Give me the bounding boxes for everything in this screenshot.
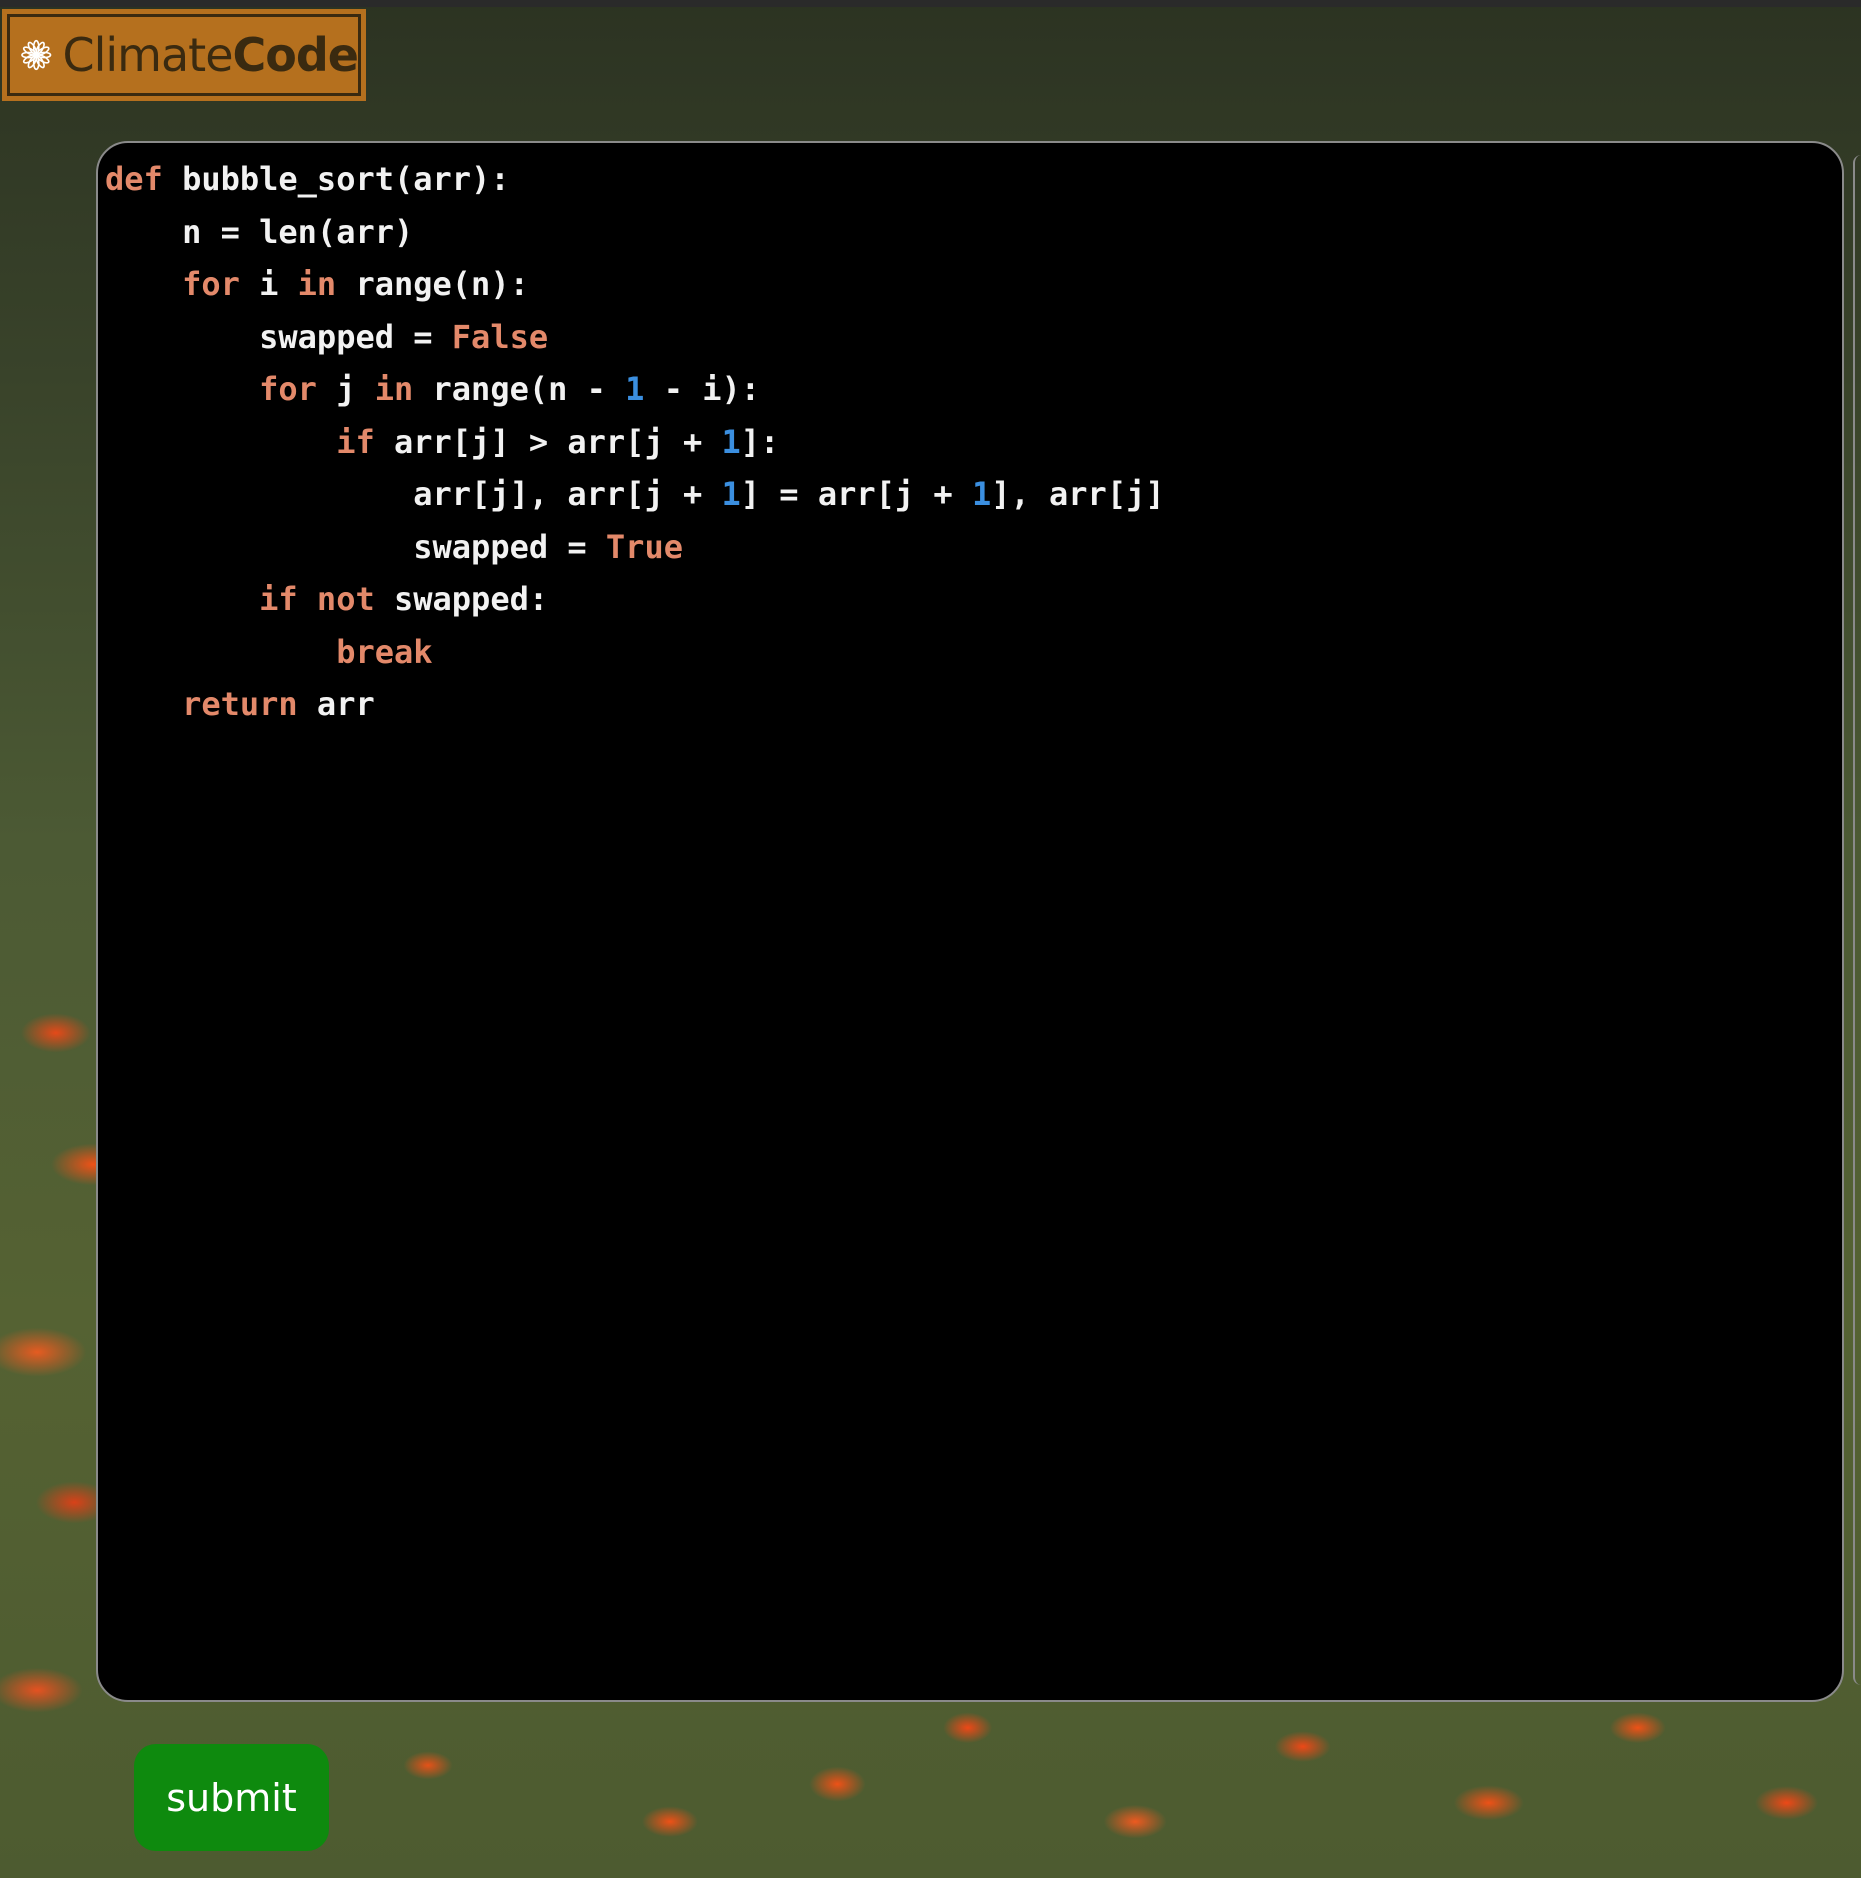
code-keyword: return <box>182 685 298 723</box>
code-keyword: not <box>316 580 375 618</box>
code-keyword: if <box>336 422 375 461</box>
code-editor[interactable]: def bubble_sort(arr): n = len(arr) for i… <box>96 141 1844 1702</box>
code-text: n = len(arr) <box>105 212 414 251</box>
code-line: swapped = True <box>105 521 1842 574</box>
code-keyword: if <box>259 580 298 618</box>
code-line: break <box>105 626 1842 679</box>
logo-wordmark: ClimateCode <box>62 28 359 82</box>
code-line: def bubble_sort(arr): <box>105 153 1842 206</box>
code-keyword: True <box>605 527 683 566</box>
code-text: arr <box>297 685 375 723</box>
code-text: ]: <box>740 422 780 461</box>
adjacent-panel-edge <box>1853 155 1861 1685</box>
code-keyword: def <box>105 160 163 198</box>
code-keyword: break <box>336 632 433 671</box>
flower-icon <box>21 39 52 71</box>
code-number: 1 <box>625 370 645 408</box>
code-text: arr[j] > arr[j + <box>374 422 722 461</box>
code-keyword: in <box>374 370 414 408</box>
logo-frame: ClimateCode <box>7 14 361 96</box>
code-text: ], arr[j] <box>991 475 1165 513</box>
code-text: i <box>239 265 298 303</box>
code-keyword: for <box>259 370 317 408</box>
logo-text-code: Code <box>232 28 359 82</box>
code-line: return arr <box>105 678 1842 731</box>
code-text: range(n - <box>413 370 626 408</box>
submit-button[interactable]: submit <box>134 1744 329 1851</box>
code-text: range(n): <box>336 265 529 303</box>
climatecode-logo[interactable]: ClimateCode <box>2 9 366 101</box>
code-text: bubble_sort(arr): <box>162 160 510 198</box>
code-line: n = len(arr) <box>105 206 1842 259</box>
code-text: swapped: <box>374 580 549 618</box>
code-number: 1 <box>721 475 741 513</box>
code-text: - i): <box>644 370 761 408</box>
code-text: swapped = <box>105 317 452 356</box>
code-text: swapped = <box>105 527 606 566</box>
code-line: arr[j], arr[j + 1] = arr[j + 1], arr[j] <box>105 468 1842 521</box>
code-number: 1 <box>971 475 992 513</box>
code-line: swapped = False <box>105 311 1842 364</box>
code-number: 1 <box>721 422 741 461</box>
code-text: arr[j], arr[j + <box>105 475 722 513</box>
code-keyword: in <box>297 265 337 303</box>
code-line: for j in range(n - 1 - i): <box>105 363 1842 416</box>
code-keyword: False <box>451 317 549 356</box>
code-text: j <box>316 370 375 408</box>
code-line: if arr[j] > arr[j + 1]: <box>105 416 1842 469</box>
logo-text-climate: Climate <box>62 28 233 82</box>
top-strip <box>0 0 1861 7</box>
code-line: if not swapped: <box>105 573 1842 626</box>
code-text: ] = arr[j + <box>740 475 972 513</box>
code-keyword: for <box>182 265 240 303</box>
code-content[interactable]: def bubble_sort(arr): n = len(arr) for i… <box>98 143 1842 731</box>
code-line: for i in range(n): <box>105 258 1842 311</box>
